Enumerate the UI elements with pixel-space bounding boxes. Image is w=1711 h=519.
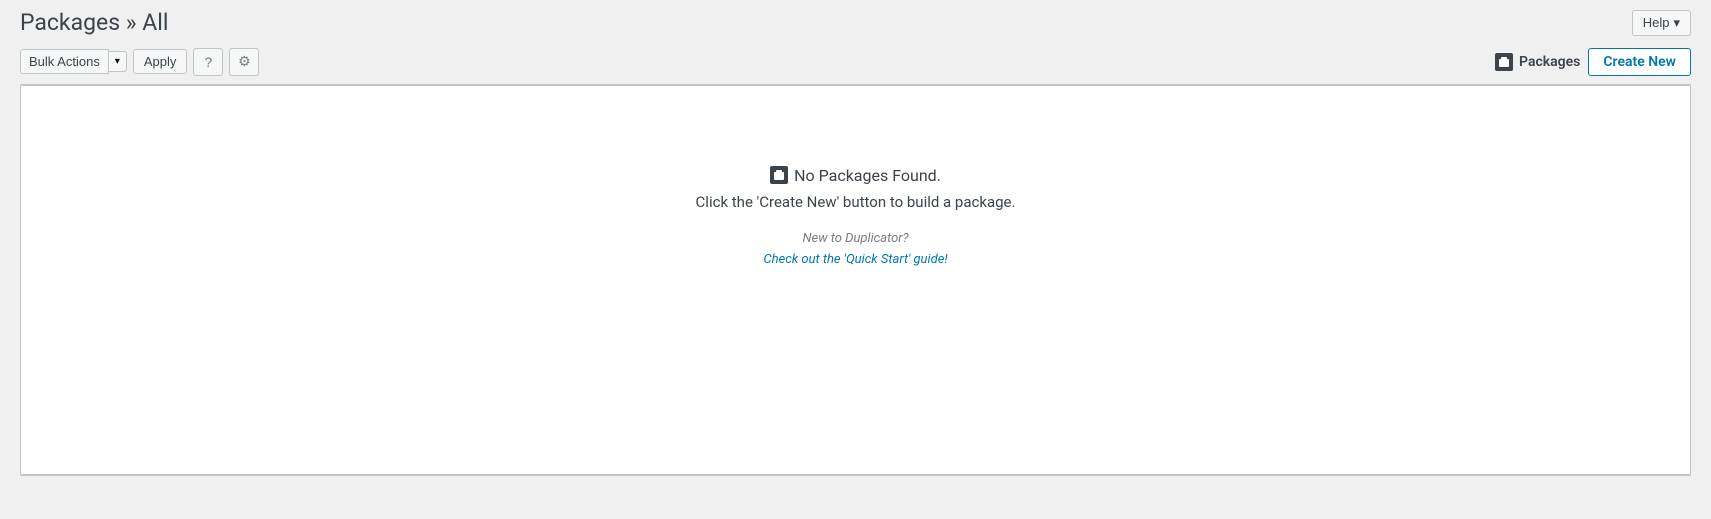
help-button[interactable]: Help ▾ — [1632, 10, 1691, 36]
packages-icon — [1495, 53, 1513, 71]
toolbar-right: Packages Create New — [1495, 48, 1691, 76]
page-header: Packages » All Help ▾ — [20, 0, 1691, 48]
empty-state-title: No Packages Found. — [770, 166, 941, 185]
page-title: Packages » All — [20, 8, 168, 38]
empty-state-heading: No Packages Found. — [794, 166, 941, 185]
settings-icon-button[interactable]: ⚙ — [229, 48, 259, 76]
packages-label: Packages — [1519, 54, 1580, 70]
bulk-actions-button[interactable]: Bulk Actions — [20, 49, 109, 74]
help-icon-button[interactable]: ? — [193, 48, 223, 76]
dropdown-arrow-icon: ▾ — [115, 56, 120, 67]
empty-state-package-icon — [770, 166, 788, 184]
content-divider-bottom — [20, 475, 1691, 476]
help-chevron-icon: ▾ — [1673, 15, 1680, 31]
toolbar-left: Bulk Actions ▾ Apply ? ⚙ — [20, 48, 259, 76]
packages-link[interactable]: Packages — [1495, 53, 1580, 71]
page-wrapper: Packages » All Help ▾ Bulk Actions ▾ App… — [0, 0, 1711, 519]
content-area: No Packages Found. Click the 'Create New… — [20, 85, 1691, 475]
bulk-actions-select: Bulk Actions ▾ — [20, 49, 127, 74]
bulk-actions-arrow-button[interactable]: ▾ — [109, 51, 127, 72]
toolbar: Bulk Actions ▾ Apply ? ⚙ — [20, 48, 1691, 76]
empty-state: No Packages Found. Click the 'Create New… — [21, 86, 1690, 347]
question-icon: ? — [204, 54, 212, 70]
create-new-button[interactable]: Create New — [1588, 48, 1691, 76]
help-label: Help — [1643, 15, 1670, 30]
quick-start-link[interactable]: Check out the 'Quick Start' guide! — [763, 252, 947, 267]
apply-button[interactable]: Apply — [133, 49, 188, 74]
empty-state-subtitle: Click the 'Create New' button to build a… — [696, 193, 1016, 211]
gear-icon: ⚙ — [238, 53, 251, 70]
empty-state-hint: New to Duplicator? — [802, 231, 908, 246]
